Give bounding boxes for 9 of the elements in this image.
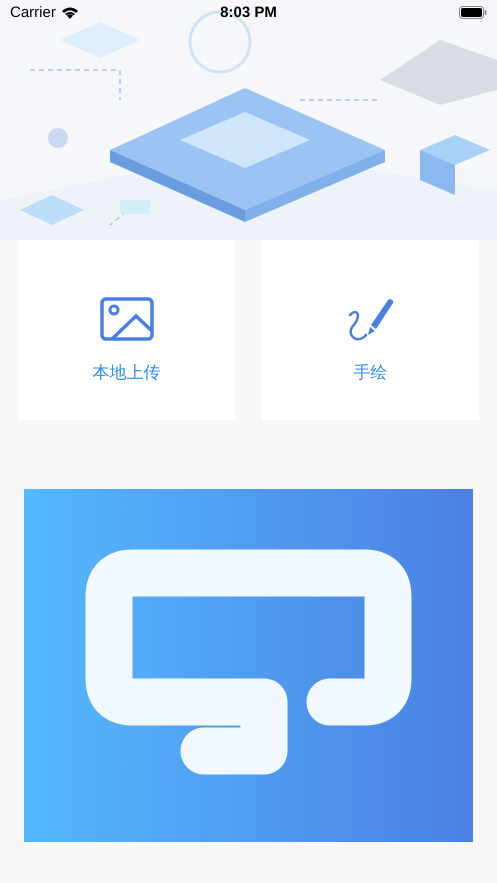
status-time: 8:03 PM (220, 4, 277, 20)
action-card[interactable]: 本地上传 (18, 240, 235, 420)
image-icon (100, 296, 154, 340)
pen-icon (346, 296, 396, 340)
logo-icon (85, 549, 413, 775)
action-card[interactable]: 手绘 (262, 240, 479, 420)
battery-icon (459, 6, 487, 18)
carrier-name: Carrier (10, 4, 56, 20)
wifi-icon (60, 6, 79, 18)
